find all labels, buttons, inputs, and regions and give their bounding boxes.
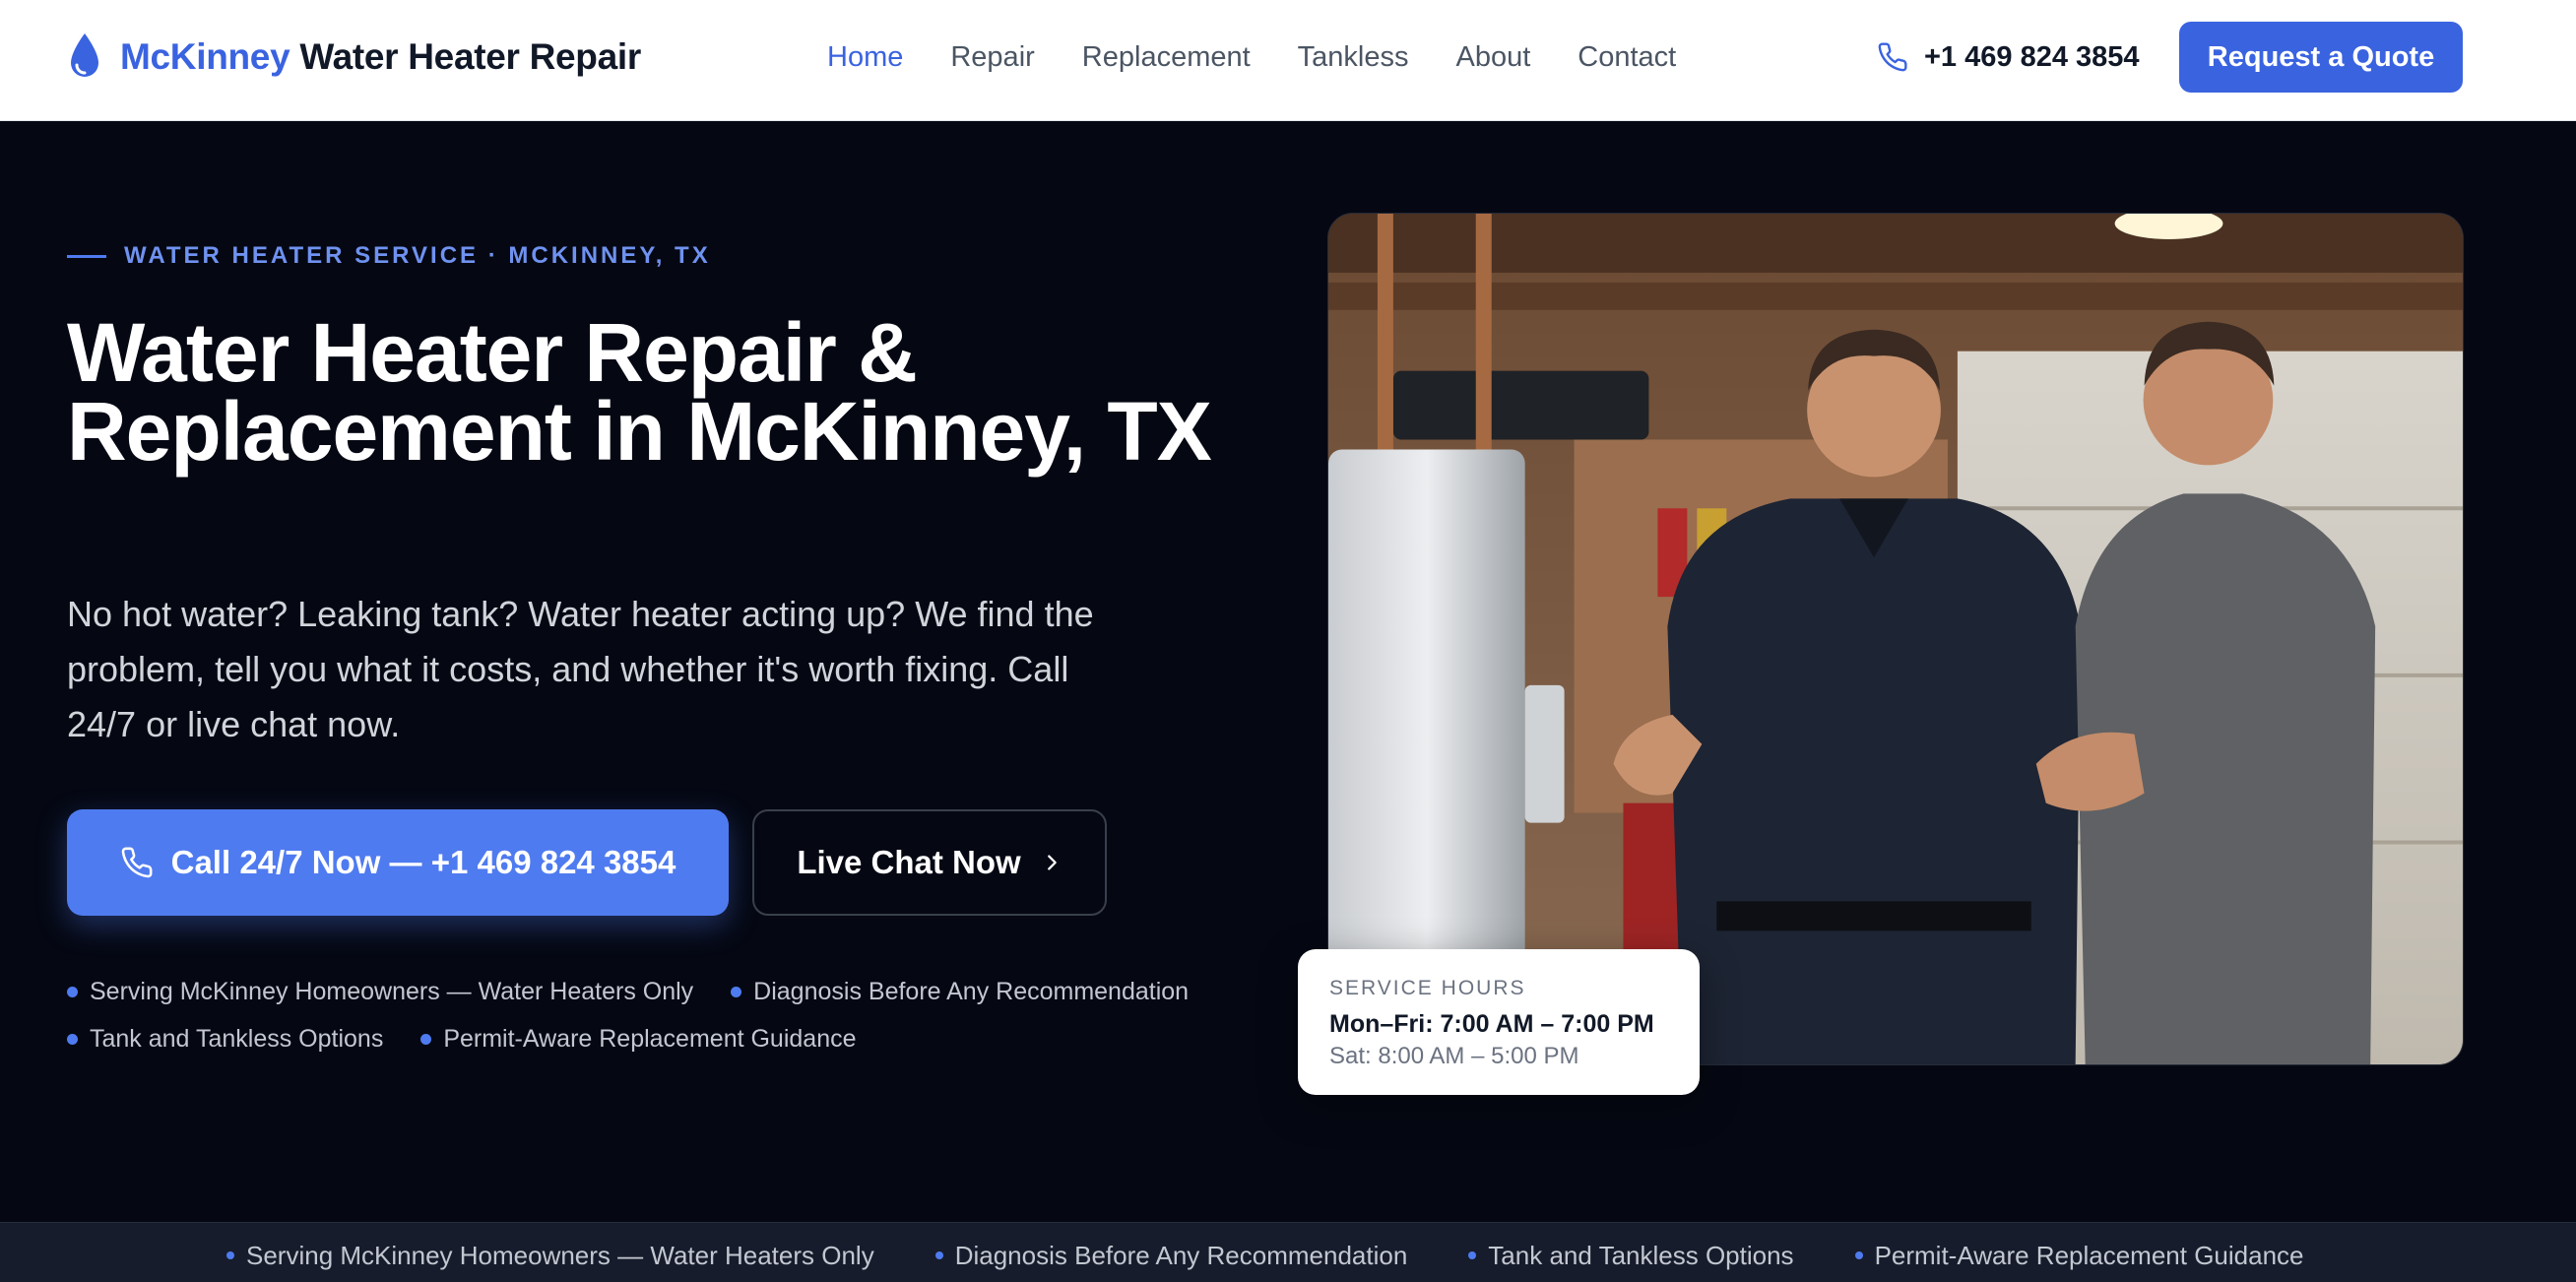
live-chat-label: Live Chat Now bbox=[797, 844, 1021, 880]
hero-photo-illustration bbox=[1328, 214, 2463, 1064]
weekday-hours: Mon–Fri: 7:00 AM – 7:00 PM bbox=[1329, 1010, 1654, 1038]
trust-bullet-text: Tank and Tankless Options bbox=[90, 1025, 384, 1053]
trust-bullet-text: Serving McKinney Homeowners — Water Heat… bbox=[90, 978, 694, 1005]
bullet-dot-icon bbox=[67, 1033, 78, 1045]
bullet-dot-icon bbox=[1854, 1251, 1863, 1259]
strip-item: Serving McKinney Homeowners — Water Heat… bbox=[226, 1241, 874, 1270]
strip-item-text: Diagnosis Before Any Recommendation bbox=[954, 1241, 1408, 1270]
live-chat-button[interactable]: Live Chat Now bbox=[752, 809, 1107, 916]
site-header: McKinney Water Heater Repair Home Repair… bbox=[0, 0, 2576, 121]
strip-item-text: Tank and Tankless Options bbox=[1488, 1241, 1794, 1270]
nav-repair[interactable]: Repair bbox=[950, 35, 1034, 79]
brand-name-accent: McKinney bbox=[120, 36, 290, 77]
trust-strip: Serving McKinney Homeowners — Water Heat… bbox=[0, 1222, 2576, 1282]
header-phone-number: +1 469 824 3854 bbox=[1924, 40, 2140, 73]
hero-subtitle: No hot water? Leaking tank? Water heater… bbox=[67, 594, 1094, 744]
trust-bullet-text: Permit-Aware Replacement Guidance bbox=[443, 1025, 857, 1053]
trust-bullet: Tank and Tankless Options bbox=[67, 1024, 383, 1054]
strip-item-text: Permit-Aware Replacement Guidance bbox=[1874, 1241, 2304, 1270]
bullet-dot-icon bbox=[731, 986, 742, 997]
strip-item: Diagnosis Before Any Recommendation bbox=[934, 1241, 1408, 1270]
header-phone-link[interactable]: +1 469 824 3854 bbox=[1877, 35, 2140, 79]
nav-replacement[interactable]: Replacement bbox=[1082, 35, 1251, 79]
bullet-dot-icon bbox=[1468, 1251, 1477, 1259]
phone-icon bbox=[121, 847, 153, 878]
service-hours-label: SERVICE HOURS bbox=[1329, 977, 1526, 999]
call-now-button[interactable]: Call 24/7 Now — +1 469 824 3854 bbox=[67, 809, 729, 916]
main-nav: Home Repair Replacement Tankless About C… bbox=[827, 35, 1676, 79]
chevron-right-icon bbox=[1047, 855, 1057, 870]
trust-bullet: Permit-Aware Replacement Guidance bbox=[420, 1024, 857, 1054]
eyebrow-text: WATER HEATER SERVICE · MCKINNEY, TX bbox=[124, 242, 711, 269]
hero-trust-bullets: Serving McKinney Homeowners — Water Heat… bbox=[67, 977, 1288, 1054]
call-now-label: Call 24/7 Now — +1 469 824 3854 bbox=[170, 844, 676, 880]
strip-item-text: Serving McKinney Homeowners — Water Heat… bbox=[246, 1241, 874, 1270]
trust-strip-row: Serving McKinney Homeowners — Water Heat… bbox=[226, 1241, 2304, 1270]
brand-logo[interactable]: McKinney Water Heater Repair bbox=[67, 30, 641, 85]
trust-bullet: Diagnosis Before Any Recommendation bbox=[731, 977, 1189, 1006]
service-hours-card: SERVICE HOURS Mon–Fri: 7:00 AM – 7:00 PM… bbox=[1298, 949, 1700, 1095]
nav-contact[interactable]: Contact bbox=[1578, 35, 1676, 79]
hero-photo-technician-and-homeowner bbox=[1327, 213, 2464, 1065]
request-quote-button[interactable]: Request a Quote bbox=[2179, 22, 2463, 93]
hero-eyebrow: WATER HEATER SERVICE · MCKINNEY, TX bbox=[67, 242, 711, 270]
bullet-dot-icon bbox=[67, 986, 78, 997]
bullet-dot-icon bbox=[420, 1033, 432, 1045]
brand-name: McKinney Water Heater Repair bbox=[120, 36, 641, 78]
bullet-dot-icon bbox=[934, 1251, 943, 1259]
nav-about[interactable]: About bbox=[1456, 35, 1531, 79]
trust-bullet-text: Diagnosis Before Any Recommendation bbox=[753, 978, 1190, 1005]
hero-title: Water Heater Repair & Replacement in McK… bbox=[67, 306, 1212, 478]
strip-item: Tank and Tankless Options bbox=[1468, 1241, 1794, 1270]
nav-tankless[interactable]: Tankless bbox=[1298, 35, 1409, 79]
brand-name-rest: Water Heater Repair bbox=[299, 36, 641, 77]
eyebrow-line bbox=[67, 254, 106, 258]
water-drop-icon bbox=[71, 33, 98, 77]
saturday-hours: Sat: 8:00 AM – 5:00 PM bbox=[1329, 1043, 1579, 1069]
nav-home[interactable]: Home bbox=[827, 35, 903, 79]
strip-item: Permit-Aware Replacement Guidance bbox=[1854, 1241, 2304, 1270]
bullet-dot-icon bbox=[226, 1251, 234, 1259]
phone-icon bbox=[1878, 42, 1907, 72]
trust-bullet: Serving McKinney Homeowners — Water Heat… bbox=[67, 977, 693, 1006]
